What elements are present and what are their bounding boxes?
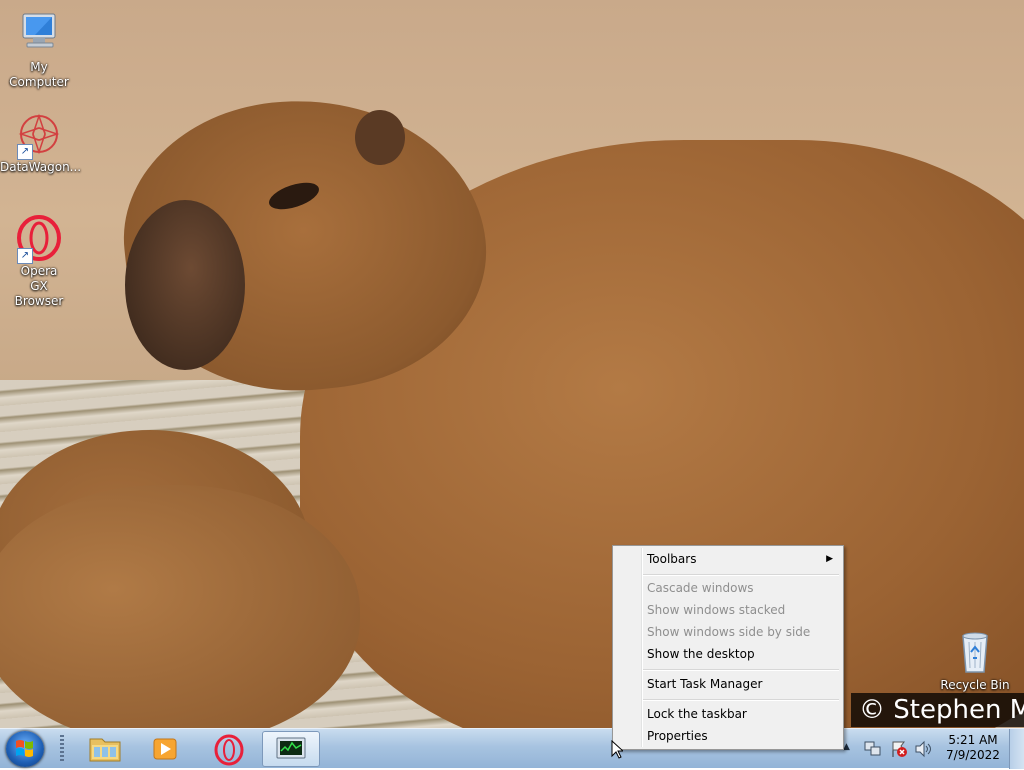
menu-separator bbox=[643, 699, 839, 701]
windows-logo-icon bbox=[16, 740, 33, 757]
shortcut-arrow-icon: ↗ bbox=[17, 248, 33, 264]
mouse-cursor-icon bbox=[611, 739, 625, 762]
volume-icon[interactable] bbox=[914, 740, 932, 758]
menu-item-lock-the-taskbar[interactable]: Lock the taskbar bbox=[615, 703, 841, 725]
desktop-icon-my-computer[interactable]: My Computer bbox=[0, 10, 78, 90]
desktop-icon-label: Recycle Bin bbox=[940, 678, 1010, 692]
datawagon-icon: ↗ bbox=[15, 110, 63, 160]
menu-separator bbox=[643, 574, 839, 576]
menu-item-toolbars[interactable]: Toolbars ▶ bbox=[615, 548, 841, 570]
taskbar-context-menu: Toolbars ▶ Cascade windows Show windows … bbox=[612, 545, 844, 750]
desktop-icon-datawagon[interactable]: ↗ DataWagon... bbox=[0, 110, 82, 175]
menu-item-start-task-manager[interactable]: Start Task Manager bbox=[615, 673, 841, 695]
menu-item-show-windows-side-by-side[interactable]: Show windows side by side bbox=[615, 621, 841, 643]
desktop-icon-label: My Computer bbox=[9, 60, 69, 89]
menu-item-label: Cascade windows bbox=[647, 581, 754, 595]
taskbar[interactable]: ▲ 5:21 AM 7/9/2022 bbox=[0, 728, 1024, 769]
menu-separator bbox=[643, 669, 839, 671]
taskbar-task-manager[interactable] bbox=[262, 731, 320, 767]
menu-item-label: Toolbars bbox=[647, 552, 697, 566]
clock-date: 7/9/2022 bbox=[946, 748, 1000, 762]
taskbar-opera-gx[interactable] bbox=[202, 731, 256, 767]
recycle-bin-icon bbox=[951, 628, 999, 676]
tray-clock[interactable]: 5:21 AM 7/9/2022 bbox=[938, 733, 1008, 763]
show-hidden-icons-chevron[interactable]: ▲ bbox=[843, 742, 850, 752]
opera-gx-icon: ↗ bbox=[15, 214, 63, 264]
task-manager-icon bbox=[276, 737, 306, 759]
menu-item-label: Lock the taskbar bbox=[647, 707, 747, 721]
menu-item-properties[interactable]: Properties bbox=[615, 725, 841, 747]
desktop-icon-opera-gx[interactable]: ↗ Opera GX Browser bbox=[0, 214, 78, 309]
submenu-arrow-icon: ▶ bbox=[826, 554, 833, 564]
wallpaper-capybara-ear bbox=[355, 110, 405, 165]
shortcut-arrow-icon: ↗ bbox=[17, 144, 33, 160]
menu-item-label: Show windows stacked bbox=[647, 603, 786, 617]
desktop-icon-label: DataWagon... bbox=[0, 160, 82, 174]
show-desktop-button[interactable] bbox=[1009, 729, 1024, 769]
menu-item-label: Properties bbox=[647, 729, 708, 743]
wallpaper-credit: © Stephen Me bbox=[851, 693, 1024, 727]
opera-gx-icon bbox=[214, 734, 244, 766]
taskbar-windows-explorer[interactable] bbox=[78, 731, 132, 767]
media-player-icon bbox=[153, 738, 177, 760]
wallpaper-capybara-snout bbox=[125, 200, 245, 370]
network-icon[interactable] bbox=[864, 740, 882, 758]
menu-item-cascade-windows[interactable]: Cascade windows bbox=[615, 577, 841, 599]
menu-item-label: Show the desktop bbox=[647, 647, 755, 661]
desktop[interactable]: © Stephen Me My Computer ↗ DataWagon... bbox=[0, 0, 1024, 728]
action-center-flag-icon[interactable] bbox=[890, 740, 908, 758]
menu-item-show-the-desktop[interactable]: Show the desktop bbox=[615, 643, 841, 665]
desktop-icon-label: Opera GX Browser bbox=[14, 264, 64, 308]
taskbar-grip[interactable] bbox=[60, 735, 64, 763]
desktop-icon-recycle-bin[interactable]: Recycle Bin bbox=[936, 628, 1014, 693]
computer-icon bbox=[15, 10, 63, 58]
taskbar-media-player[interactable] bbox=[138, 731, 192, 767]
menu-item-show-windows-stacked[interactable]: Show windows stacked bbox=[615, 599, 841, 621]
wallpaper-baby-capybara bbox=[0, 485, 360, 728]
menu-item-label: Start Task Manager bbox=[647, 677, 763, 691]
windows-explorer-icon bbox=[89, 738, 121, 762]
start-button[interactable] bbox=[6, 731, 44, 767]
clock-time: 5:21 AM bbox=[948, 733, 998, 747]
menu-item-label: Show windows side by side bbox=[647, 625, 811, 639]
